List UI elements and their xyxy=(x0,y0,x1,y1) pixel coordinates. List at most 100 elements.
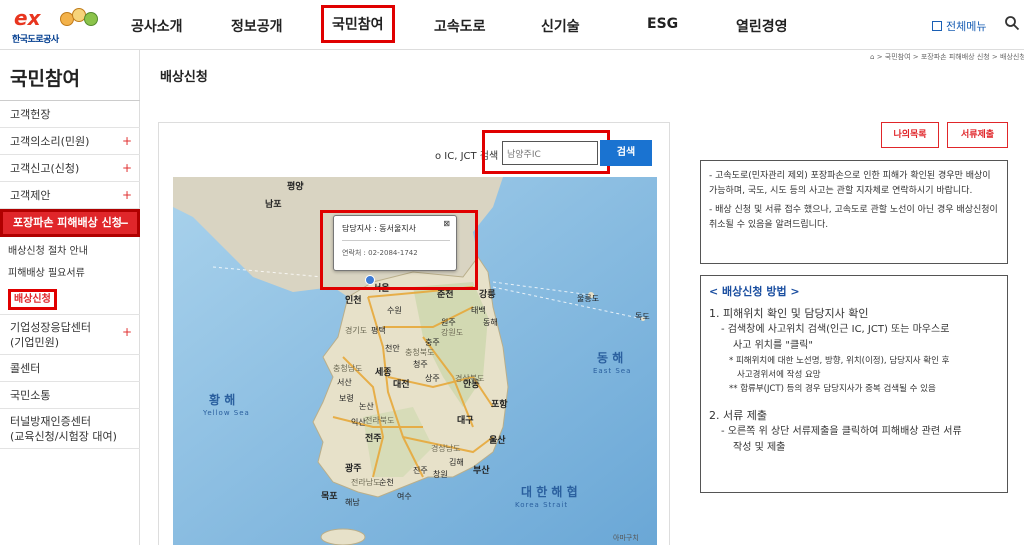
sidebar: 국민참여 고객헌장 고객의소리(민원) + 고객신고(신청) + 고객제안 + … xyxy=(0,50,140,545)
map-label-city: 대전 xyxy=(393,380,410,390)
sidebar-item-label: 콜센터 xyxy=(10,362,41,375)
submit-documents-button[interactable]: 서류제출 xyxy=(947,122,1008,148)
map-label-region: 경상남도 xyxy=(431,444,461,453)
map-label-sea: 동 해 xyxy=(597,351,624,365)
map-label-city: 창원 xyxy=(433,470,448,479)
all-menu-button[interactable]: 전체메뉴 xyxy=(932,18,986,34)
map-label-city: 여수 xyxy=(397,492,412,501)
map-label-city: 남포 xyxy=(265,200,282,210)
logo-name: 한국도로공사 xyxy=(12,35,59,45)
sidebar-item-label: 고객의소리(민원) xyxy=(10,135,90,148)
map-label-region: 충청남도 xyxy=(333,364,363,373)
method-step-1: 1. 피해위치 확인 및 담당지사 확인 xyxy=(709,307,869,320)
nav-public-participation[interactable]: 국민참여 xyxy=(321,5,395,43)
map-label-city: 태백 xyxy=(471,306,486,315)
sidebar-subitem-procedure[interactable]: 배상신청 절차 안내 xyxy=(0,241,140,263)
map-label-region: 전라북도 xyxy=(365,416,395,425)
sidebar-item-label: 포장파손 피해배상 신청 xyxy=(13,216,122,229)
expand-icon: + xyxy=(121,188,132,202)
sidebar-item-proposal[interactable]: 고객제안 + xyxy=(0,182,140,209)
sidebar-item-voice[interactable]: 고객의소리(민원) + xyxy=(0,128,140,155)
popup-highlight-box xyxy=(320,210,478,290)
method-step-1a: - 검색창에 사고위치 검색(인근 IC, JCT) 또는 마우스로 xyxy=(721,324,950,335)
map-label-city: 강릉 xyxy=(479,290,496,300)
method-title: < 배상신청 방법 > xyxy=(709,285,800,298)
sidebar-item-label: 국민소통 xyxy=(10,389,51,402)
nav-new-tech[interactable]: 신기술 xyxy=(541,16,580,36)
sidebar-subitem-label: 배상신청 절차 안내 xyxy=(8,246,88,257)
method-box: < 배상신청 방법 > 1. 피해위치 확인 및 담당지사 확인 - 검색창에 … xyxy=(700,275,1008,493)
map-label-city: 수원 xyxy=(387,306,402,315)
all-menu-icon xyxy=(932,21,942,31)
map-label-city: 서산 xyxy=(337,378,352,387)
sidebar-item-communication[interactable]: 국민소통 xyxy=(0,382,140,409)
map-label-sea-en: Yellow Sea xyxy=(203,409,250,417)
expand-icon: + xyxy=(121,161,132,175)
nav-open-management[interactable]: 열린경영 xyxy=(736,16,788,36)
sidebar-item-tunnel-center[interactable]: 터널방재인증센터 (교육신청/시험장 대여) xyxy=(0,409,140,449)
map-label-city: 평양 xyxy=(287,182,304,192)
map-label-region: 충청북도 xyxy=(405,348,435,357)
method-step-1b: 사고 위치를 "클릭" xyxy=(733,340,813,351)
site-logo[interactable]: ex 한국도로공사 xyxy=(10,6,98,45)
sidebar-item-label: 터널방재인증센터 (교육신청/시험장 대여) xyxy=(10,415,117,443)
page-title: 배상신청 xyxy=(160,70,208,85)
expand-icon: + xyxy=(121,325,132,339)
map-label-sea: 대 한 해 협 xyxy=(521,485,578,499)
sidebar-item-label: 기업성장응답센터 (기업민원) xyxy=(10,321,91,349)
sidebar-subitem-label: 피해배상 필요서류 xyxy=(8,268,85,279)
map-label-city: 대구 xyxy=(457,416,474,426)
method-step-2: 2. 서류 제출 xyxy=(709,409,767,422)
map-label-city: 상주 xyxy=(425,374,440,383)
sidebar-item-customer-charter[interactable]: 고객헌장 xyxy=(0,101,140,128)
sidebar-item-report[interactable]: 고객신고(신청) + xyxy=(0,155,140,182)
map-label-city: 광주 xyxy=(345,464,362,474)
home-icon[interactable]: ⌂ xyxy=(870,53,874,61)
search-icon[interactable] xyxy=(1004,15,1020,31)
nav-about[interactable]: 공사소개 xyxy=(131,16,183,36)
map-label-city: 포항 xyxy=(491,400,508,410)
map-label-city: 보령 xyxy=(339,394,354,403)
sidebar-title: 국민참여 xyxy=(10,68,80,90)
sidebar-subitem-documents[interactable]: 피해배상 필요서류 xyxy=(0,263,140,285)
map-label-region: 경기도 xyxy=(345,326,368,335)
notice-text-1: - 고속도로(민자관리 제외) 포장파손으로 인한 피해가 확인된 경우만 배상… xyxy=(709,171,991,196)
notice-box: - 고속도로(민자관리 제외) 포장파손으로 인한 피해가 확인된 경우만 배상… xyxy=(700,160,1008,264)
method-step-2a: - 오른쪽 위 상단 서류제출을 클릭하여 피해배상 관련 서류 xyxy=(721,426,962,437)
search-button[interactable]: 검색 xyxy=(600,140,652,166)
nav-esg[interactable]: ESG xyxy=(647,16,678,32)
sidebar-subitem-apply[interactable]: 배상신청 xyxy=(0,285,140,315)
sidebar-item-label: 고객제안 xyxy=(10,189,51,202)
map-label-island: 독도 xyxy=(635,312,650,321)
map-panel: o IC, JCT 검색 검색 xyxy=(158,122,670,545)
my-list-button[interactable]: 나의목록 xyxy=(881,122,939,148)
sidebar-item-label: 고객헌장 xyxy=(10,108,51,121)
map-label-sea-en: East Sea xyxy=(593,367,632,375)
search-highlight-box xyxy=(482,130,610,174)
map-label-region: 경상북도 xyxy=(455,374,485,383)
map-label-city: 전주 xyxy=(365,434,382,444)
sidebar-item-label: 고객신고(신청) xyxy=(10,162,80,175)
sidebar-item-pavement-damage[interactable]: 포장파손 피해배상 신청 − xyxy=(0,209,140,237)
method-step-1c: * 피해위치에 대한 노선명, 방향, 위치(이정), 담당지사 확인 후 xyxy=(729,356,950,366)
map-label-city: 울산 xyxy=(489,436,506,446)
nav-info-disclosure[interactable]: 정보공개 xyxy=(231,16,283,36)
method-step-1d: 사고경위서에 작성 요망 xyxy=(737,370,821,380)
breadcrumb-path: > 국민참여 > 포장파손 피해배상 신청 > 배상신청 xyxy=(876,53,1024,61)
sidebar-item-business-center[interactable]: 기업성장응답센터 (기업민원) + xyxy=(0,315,140,355)
map-label-city: 세종 xyxy=(375,368,392,378)
sidebar-menu: 고객헌장 고객의소리(민원) + 고객신고(신청) + 고객제안 + 포장파손 … xyxy=(0,100,140,449)
breadcrumb: ⌂ > 국민참여 > 포장파손 피해배상 신청 > 배상신청 xyxy=(870,52,1024,62)
nav-expressway[interactable]: 고속도로 xyxy=(434,16,486,36)
map-label-city: 순천 xyxy=(379,478,394,487)
sidebar-subitem-label: 배상신청 xyxy=(8,289,57,310)
map-label-city: 인천 xyxy=(345,296,362,306)
map-label-city: 논산 xyxy=(359,402,374,411)
sidebar-item-call-center[interactable]: 콜센터 xyxy=(0,355,140,382)
map-label-city: 익산 xyxy=(351,418,366,427)
map-label-region: 강원도 xyxy=(441,328,464,337)
map-label-sea: 황 해 xyxy=(209,393,236,407)
map-label-city: 평택 xyxy=(371,326,386,335)
logo-ex-mark: ex xyxy=(14,6,41,30)
map-label-region: 전라남도 xyxy=(351,478,381,487)
